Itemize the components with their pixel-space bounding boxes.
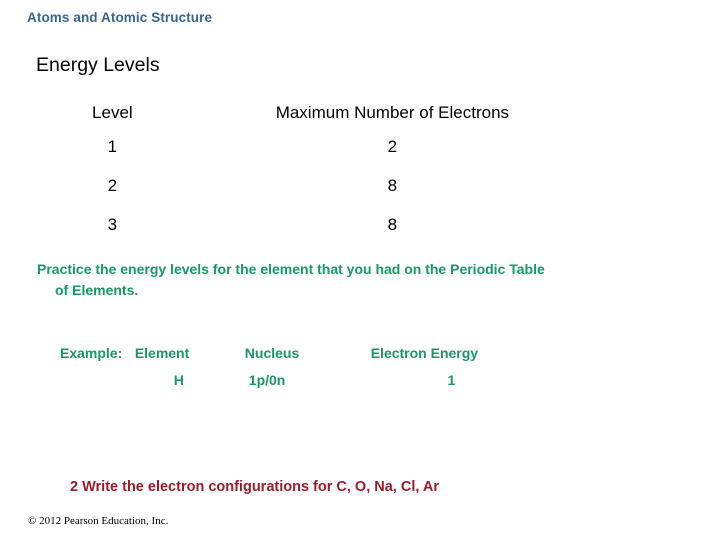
cell-level: 1: [107, 137, 118, 156]
example-table: Example: Element Nucleus Electron Energy…: [60, 341, 590, 395]
practice-instruction: Practice the energy levels for the eleme…: [37, 259, 677, 301]
example-table-row: H 1p/0n 1: [60, 365, 590, 395]
cell-level: 2: [107, 176, 118, 195]
cell-level: 3: [107, 215, 118, 234]
table-row: 3 8: [40, 205, 600, 244]
cell-example-label: [60, 365, 135, 395]
copyright-notice: © 2012 Pearson Education, Inc.: [28, 515, 169, 527]
slide-canvas: Atoms and Atomic Structure Energy Levels…: [0, 0, 720, 540]
assignment-instruction: 2 Write the electron configurations for …: [70, 479, 439, 495]
cell-max-electrons: 2: [387, 137, 398, 156]
cell-electron-energy: 1: [447, 372, 456, 388]
energy-levels-table: Level Maximum Number of Electrons 1 2 2 …: [40, 99, 600, 244]
column-header-element: Element: [134, 345, 190, 361]
column-header-electron-energy: Electron Energy: [370, 345, 479, 361]
column-header-nucleus: Nucleus: [244, 345, 300, 361]
page-title: Atoms and Atomic Structure: [27, 10, 213, 25]
practice-instruction-line-1: Practice the energy levels for the eleme…: [37, 261, 545, 277]
practice-instruction-line-2: of Elements.: [55, 282, 139, 298]
example-header-row: Example: Element Nucleus Electron Energy: [60, 341, 590, 365]
table-row: 2 8: [40, 166, 600, 205]
cell-element: H: [173, 372, 184, 388]
cell-nucleus: 1p/0n: [248, 372, 286, 388]
column-header-level: Level: [92, 103, 133, 122]
section-heading: Energy Levels: [36, 54, 160, 76]
table-row: 1 2: [40, 127, 600, 166]
cell-max-electrons: 8: [387, 176, 398, 195]
cell-max-electrons: 8: [387, 215, 398, 234]
column-header-max-electrons: Maximum Number of Electrons: [275, 103, 510, 122]
table-header-row: Level Maximum Number of Electrons: [40, 99, 600, 127]
example-label: Example:: [60, 345, 123, 361]
